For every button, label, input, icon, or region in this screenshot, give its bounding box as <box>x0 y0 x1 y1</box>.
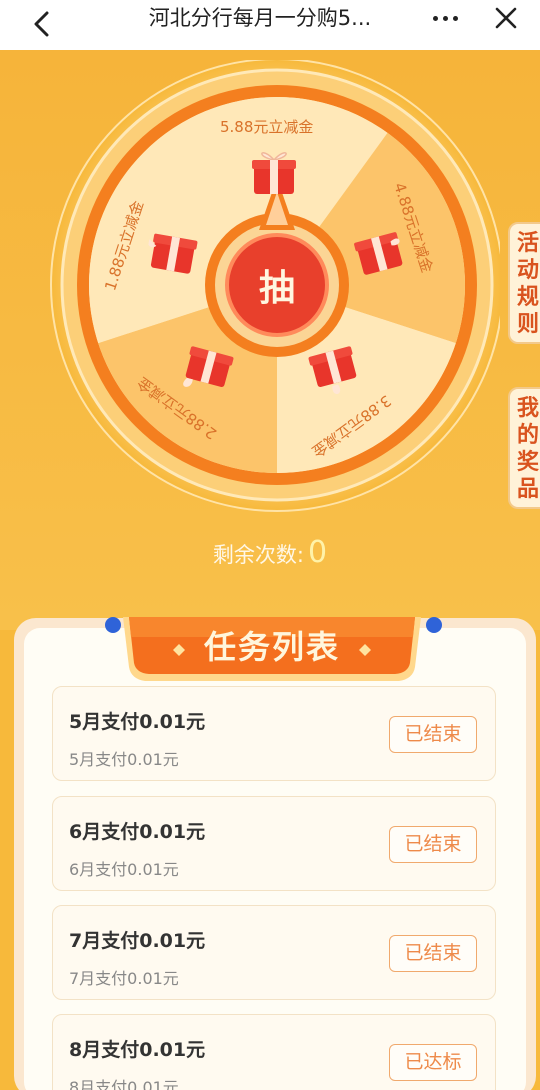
task-item: 6月支付0.01元 6月支付0.01元 已结束 <box>52 796 496 891</box>
task-item: 7月支付0.01元 7月支付0.01元 已结束 <box>52 905 496 1000</box>
gift-box-icon <box>147 233 198 274</box>
chevron-left-icon <box>34 11 49 37</box>
decor-dot <box>426 617 442 633</box>
back-button[interactable] <box>24 6 60 42</box>
more-button[interactable] <box>425 4 465 32</box>
task-subtitle: 6月支付0.01元 <box>69 860 179 879</box>
task-subtitle: 5月支付0.01元 <box>69 750 179 769</box>
task-title: 8月支付0.01元 <box>69 1039 206 1061</box>
my-prizes-tab[interactable]: 我的奖品 <box>508 387 540 509</box>
remaining-label: 剩余次数: <box>212 543 304 567</box>
page-title: 河北分行每月一分购5... <box>148 6 372 30</box>
remaining-count: 0 <box>307 535 328 570</box>
gift-box-icon <box>252 152 296 194</box>
task-list-title: 任务列表 <box>203 628 340 666</box>
prize-label-5-88: 5.88元立减金 <box>220 118 314 136</box>
top-nav-bar: 河北分行每月一分购5... <box>0 0 540 50</box>
draw-button-label[interactable]: 抽 <box>259 259 295 311</box>
task-title: 7月支付0.01元 <box>69 930 206 952</box>
task-status-button[interactable]: 已结束 <box>389 935 477 972</box>
task-subtitle: 8月支付0.01元 <box>69 1078 179 1090</box>
remaining-draws: 剩余次数: 0 <box>0 535 540 570</box>
rules-tab[interactable]: 活动规则 <box>508 222 540 344</box>
task-status-button[interactable]: 已结束 <box>389 716 477 753</box>
more-dots-icon <box>432 15 438 21</box>
task-subtitle: 7月支付0.01元 <box>69 969 179 988</box>
close-icon <box>495 7 517 29</box>
close-button[interactable] <box>488 0 524 36</box>
rules-tab-label: 活动规则 <box>516 231 539 337</box>
task-title: 5月支付0.01元 <box>69 711 206 733</box>
task-title: 6月支付0.01元 <box>69 821 206 843</box>
decor-dot <box>105 617 121 633</box>
my-prizes-tab-label: 我的奖品 <box>516 396 539 502</box>
task-status-button[interactable]: 已达标 <box>389 1044 477 1081</box>
task-item: 5月支付0.01元 5月支付0.01元 已结束 <box>52 686 496 781</box>
task-status-button[interactable]: 已结束 <box>389 826 477 863</box>
task-item: 8月支付0.01元 8月支付0.01元 已达标 <box>52 1014 496 1090</box>
